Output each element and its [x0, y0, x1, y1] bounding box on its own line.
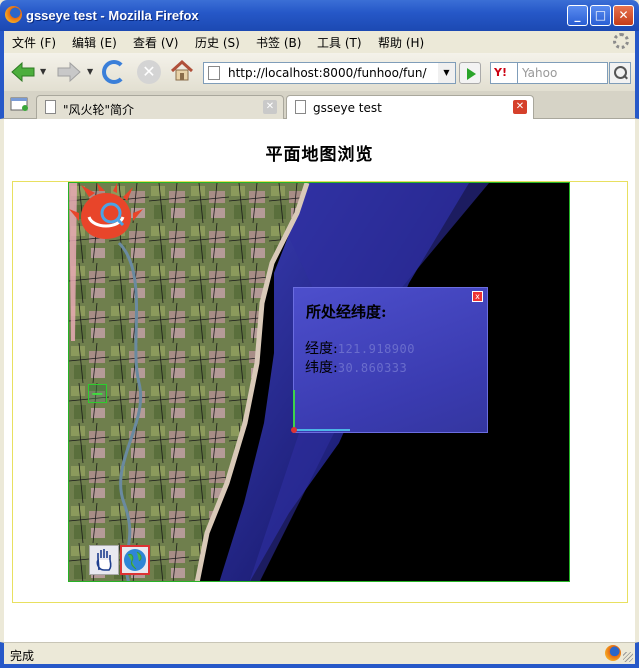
tab-close-button[interactable]: ✕ [513, 100, 527, 114]
tab-intro[interactable]: "风火轮"简介 ✕ [36, 95, 284, 119]
tab-label: gsseye test [313, 101, 382, 115]
tab-bar: "风火轮"简介 ✕ gsseye test ✕ [0, 91, 639, 120]
navigation-toolbar: ▼ ▼ ✕ http://localhost:8000/funhoo/fun/ … [0, 53, 639, 91]
menu-file[interactable]: 文件 (F) [12, 34, 56, 51]
latitude-value: 30.860333 [337, 361, 408, 375]
menu-help[interactable]: 帮助 (H) [378, 34, 424, 51]
firefox-logo-icon [5, 6, 22, 23]
forward-history-dropdown[interactable]: ▼ [87, 67, 93, 76]
menu-history[interactable]: 历史 (S) [195, 34, 240, 51]
maximize-button[interactable]: □ [590, 5, 611, 26]
back-arrow-icon[interactable] [10, 61, 36, 83]
back-history-dropdown[interactable]: ▼ [40, 67, 46, 76]
menu-bar: 文件 (F) 编辑 (E) 查看 (V) 历史 (S) 书签 (B) 工具 (T… [0, 31, 639, 53]
throbber-icon [613, 33, 629, 49]
funhoo-logo [69, 183, 143, 239]
page-content: 平面地图浏览 − 所处经纬度: x 经度:121.918900 纬度:30.86… [4, 119, 635, 642]
menu-bookmarks[interactable]: 书签 (B) [256, 34, 301, 51]
go-button[interactable] [459, 62, 481, 84]
status-text: 完成 [10, 649, 35, 663]
page-title: 平面地图浏览 [265, 145, 374, 165]
longitude-label: 经度: [305, 341, 338, 357]
globe-icon [124, 549, 146, 571]
reload-icon[interactable] [102, 60, 126, 84]
globe-tool-button[interactable] [120, 545, 150, 575]
map-viewport[interactable]: + − 所处经纬度: x 经度:121.918900 纬度:30.860333 [68, 182, 570, 582]
menu-edit[interactable]: 编辑 (E) [72, 34, 117, 51]
hand-icon [96, 549, 112, 571]
search-input[interactable]: Yahoo [518, 62, 608, 84]
popup-title: 所处经纬度: [306, 303, 387, 321]
status-bar: 完成 [0, 642, 639, 668]
menu-view[interactable]: 查看 (V) [133, 34, 178, 51]
stop-icon[interactable]: ✕ [137, 60, 161, 84]
home-icon[interactable] [170, 59, 194, 83]
pan-tool-button[interactable] [89, 545, 119, 575]
tab-label: "风火轮"简介 [63, 103, 135, 117]
address-bar[interactable]: http://localhost:8000/funhoo/fun/ [203, 62, 439, 84]
search-engine-selector[interactable]: Y! [490, 62, 518, 84]
axis-marker-icon [291, 390, 350, 433]
minimize-button[interactable]: _ [567, 5, 588, 26]
page-icon [295, 100, 306, 114]
coordinate-popup: 所处经纬度: x 经度:121.918900 纬度:30.860333 [291, 287, 488, 433]
forward-arrow-icon[interactable] [56, 61, 82, 83]
new-tab-icon[interactable] [10, 96, 30, 112]
window-title: gsseye test - Mozilla Firefox [26, 8, 199, 23]
longitude-value: 121.918900 [337, 342, 415, 356]
menu-tools[interactable]: 工具 (T) [317, 34, 362, 51]
tab-close-button[interactable]: ✕ [263, 100, 277, 114]
url-history-dropdown[interactable]: ▼ [438, 62, 456, 84]
zoom-out-button[interactable]: − [88, 384, 107, 403]
close-window-button[interactable]: ✕ [613, 5, 634, 26]
page-icon [208, 66, 220, 80]
tab-gsseye-test[interactable]: gsseye test ✕ [286, 95, 534, 120]
latitude-label: 纬度: [305, 360, 338, 376]
window-titlebar[interactable]: gsseye test - Mozilla Firefox _ □ ✕ [0, 0, 639, 31]
page-icon [45, 100, 56, 114]
resize-grip[interactable] [623, 652, 633, 662]
search-icon[interactable] [609, 62, 631, 84]
firefox-status-icon[interactable] [605, 645, 621, 661]
popup-close-button[interactable]: x [472, 291, 483, 302]
url-text[interactable]: http://localhost:8000/funhoo/fun/ [228, 66, 427, 80]
